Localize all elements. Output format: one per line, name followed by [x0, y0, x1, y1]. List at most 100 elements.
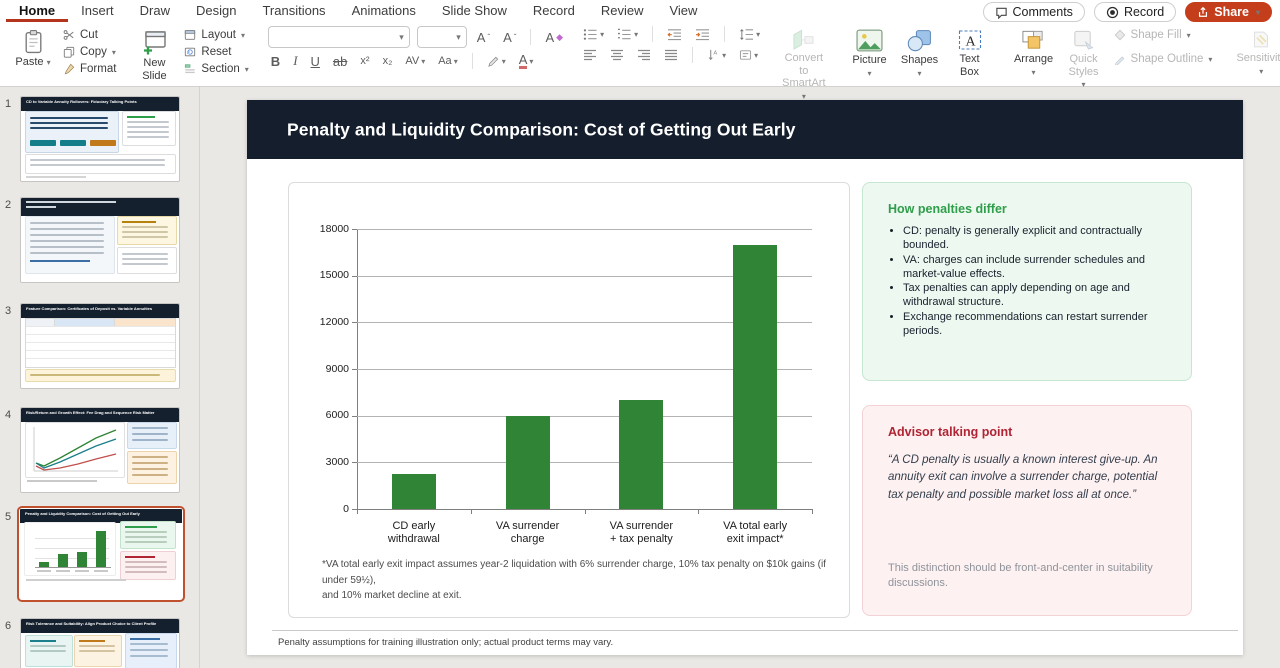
chart-plot-area: 0300060009000120001500018000CD early wit…	[289, 183, 849, 617]
align-right-button[interactable]	[634, 49, 654, 61]
subscript-button[interactable]: x₂	[380, 55, 396, 67]
font-color-button[interactable]: A▾	[516, 53, 537, 69]
character-spacing-button[interactable]: AV▾	[402, 55, 428, 67]
embedded-bar-chart[interactable]: 0300060009000120001500018000CD early wit…	[288, 182, 850, 618]
penalty-bullet: Exchange recommendations can restart sur…	[903, 311, 1166, 339]
copy-button[interactable]: Copy▾	[60, 45, 119, 59]
x-tick-mark	[357, 509, 358, 514]
record-icon	[1106, 6, 1119, 19]
slide-number: 6	[5, 620, 19, 632]
side-box	[127, 422, 177, 449]
slide-number: 3	[5, 305, 19, 317]
ribbon-tab-transitions[interactable]: Transitions	[249, 0, 338, 22]
thumbnail-title: Feature Comparison: Certificates of Depo…	[21, 304, 179, 318]
x-tick-mark	[471, 509, 472, 514]
arrange-button[interactable]: Arrange ▾	[1009, 27, 1059, 80]
clear-formatting-button[interactable]: A◆	[542, 30, 566, 45]
layout-button[interactable]: Layout▾	[181, 28, 251, 42]
align-left-button[interactable]	[580, 49, 600, 61]
mini-advisor-box	[120, 551, 176, 580]
font-size-combobox[interactable]: ▾	[417, 26, 467, 48]
sort-text-button[interactable]: A▾	[704, 49, 729, 61]
copy-icon	[63, 46, 75, 58]
mini-bar-chart	[24, 522, 116, 576]
align-center-button[interactable]	[607, 49, 627, 61]
cut-copy-format-column: Cut Copy▾ Format	[58, 27, 121, 77]
text-skeleton	[79, 645, 115, 647]
ribbon-tab-insert[interactable]: Insert	[68, 0, 127, 22]
thumbnail-slide: Risk/Return and Growth Effect: Fee Drag …	[21, 408, 179, 492]
slide-thumbnail-2[interactable]	[20, 197, 180, 283]
shape-fill-button[interactable]: Shape Fill▾	[1111, 28, 1216, 42]
mini-separator	[530, 29, 531, 45]
comments-button[interactable]: Comments	[983, 2, 1085, 22]
underline-button[interactable]: U	[308, 54, 323, 69]
convert-to-smartart-button[interactable]: Convert to SmartArt ▾	[777, 27, 830, 103]
superscript-button[interactable]: x²	[357, 55, 372, 67]
bullets-button[interactable]: ▾	[580, 28, 607, 41]
slide-thumbnail-1[interactable]: CD to Variable Annuity Rollovers: Fiduci…	[20, 96, 180, 182]
highlight-button[interactable]: ▾	[484, 55, 509, 68]
sensitivity-icon	[1249, 29, 1273, 50]
text-skeleton	[125, 571, 167, 573]
ribbon-tab-record[interactable]: Record	[520, 0, 588, 22]
mini-line-chart-svg	[26, 423, 122, 475]
bold-button[interactable]: B	[268, 54, 283, 69]
sensitivity-button[interactable]: Sensitivity ▾	[1231, 27, 1280, 78]
text-direction-button[interactable]: ▾	[736, 49, 761, 61]
picture-button[interactable]: Picture ▾	[845, 27, 895, 81]
strikethrough-button[interactable]: ab	[330, 54, 350, 69]
advisor-quote: “A CD penalty is usually a known interes…	[888, 452, 1166, 504]
line-spacing-button[interactable]: ▾	[736, 28, 763, 41]
thumbnail-slide: Risk Tolerance and Suitability: Align Pr…	[21, 619, 179, 668]
indent-decrease-button[interactable]	[664, 28, 685, 41]
slide-thumbnail-3[interactable]: Feature Comparison: Certificates of Depo…	[20, 303, 180, 389]
font-name-combobox[interactable]: ▾	[268, 26, 410, 48]
format-brush-icon	[63, 63, 75, 75]
indent-decrease-icon	[667, 28, 682, 41]
share-button[interactable]: Share ▾	[1185, 2, 1272, 22]
format-painter-button[interactable]: Format	[60, 62, 119, 76]
slide-thumbnail-4[interactable]: Risk/Return and Growth Effect: Fee Drag …	[20, 407, 180, 493]
ribbon-tab-view[interactable]: View	[656, 0, 710, 22]
ribbon-tab-slide-show[interactable]: Slide Show	[429, 0, 520, 22]
grow-font-button[interactable]: Aˆ	[474, 30, 493, 45]
shapes-button[interactable]: Shapes ▾	[895, 27, 945, 81]
ribbon-tab-animations[interactable]: Animations	[339, 0, 429, 22]
shape-outline-button[interactable]: Shape Outline▾	[1111, 52, 1216, 66]
advisor-box[interactable]: Advisor talking point “A CD penalty is u…	[862, 405, 1192, 616]
mini-title	[127, 116, 155, 118]
line-spacing-icon	[739, 28, 754, 41]
svg-text:A: A	[714, 51, 718, 57]
mini-axis	[35, 567, 111, 568]
slide-thumbnail-5[interactable]: Penalty and Liquidity Comparison: Cost o…	[17, 506, 185, 602]
text-skeleton	[132, 427, 168, 429]
italic-button[interactable]: I	[290, 53, 300, 69]
ribbon-tab-draw[interactable]: Draw	[127, 0, 183, 22]
new-slide-button[interactable]: New Slide	[129, 27, 179, 84]
cut-button[interactable]: Cut	[60, 28, 119, 42]
section-button[interactable]: Section▾	[181, 62, 251, 76]
quick-styles-button[interactable]: Quick Styles ▾	[1059, 27, 1109, 91]
slide-thumbnail-6[interactable]: Risk Tolerance and Suitability: Align Pr…	[20, 618, 180, 668]
slide-title-bar[interactable]: Penalty and Liquidity Comparison: Cost o…	[247, 100, 1243, 159]
change-case-button[interactable]: Aa▾	[435, 55, 460, 67]
ribbon-tab-review[interactable]: Review	[588, 0, 657, 22]
numbering-button[interactable]: ▾	[614, 28, 641, 41]
title-skeleton	[26, 201, 116, 203]
shrink-font-button[interactable]: Aˇ	[500, 30, 519, 45]
record-button[interactable]: Record	[1094, 2, 1176, 22]
ribbon-tab-design[interactable]: Design	[183, 0, 249, 22]
font-size-chevron-icon: ▾	[456, 32, 461, 43]
ribbon-tab-home[interactable]: Home	[6, 0, 68, 22]
paste-button[interactable]: Paste ▾	[8, 27, 58, 71]
text-skeleton	[132, 462, 168, 464]
slide-canvas[interactable]: Penalty and Liquidity Comparison: Cost o…	[247, 100, 1243, 655]
reset-button[interactable]: Reset	[181, 45, 251, 59]
justify-button[interactable]	[661, 49, 681, 61]
align-center-icon	[610, 49, 624, 61]
chart-bar	[619, 400, 663, 509]
indent-increase-button[interactable]	[692, 28, 713, 41]
penalties-box[interactable]: How penalties differ CD: penalty is gene…	[862, 182, 1192, 381]
text-box-button[interactable]: A Text Box	[945, 27, 995, 80]
